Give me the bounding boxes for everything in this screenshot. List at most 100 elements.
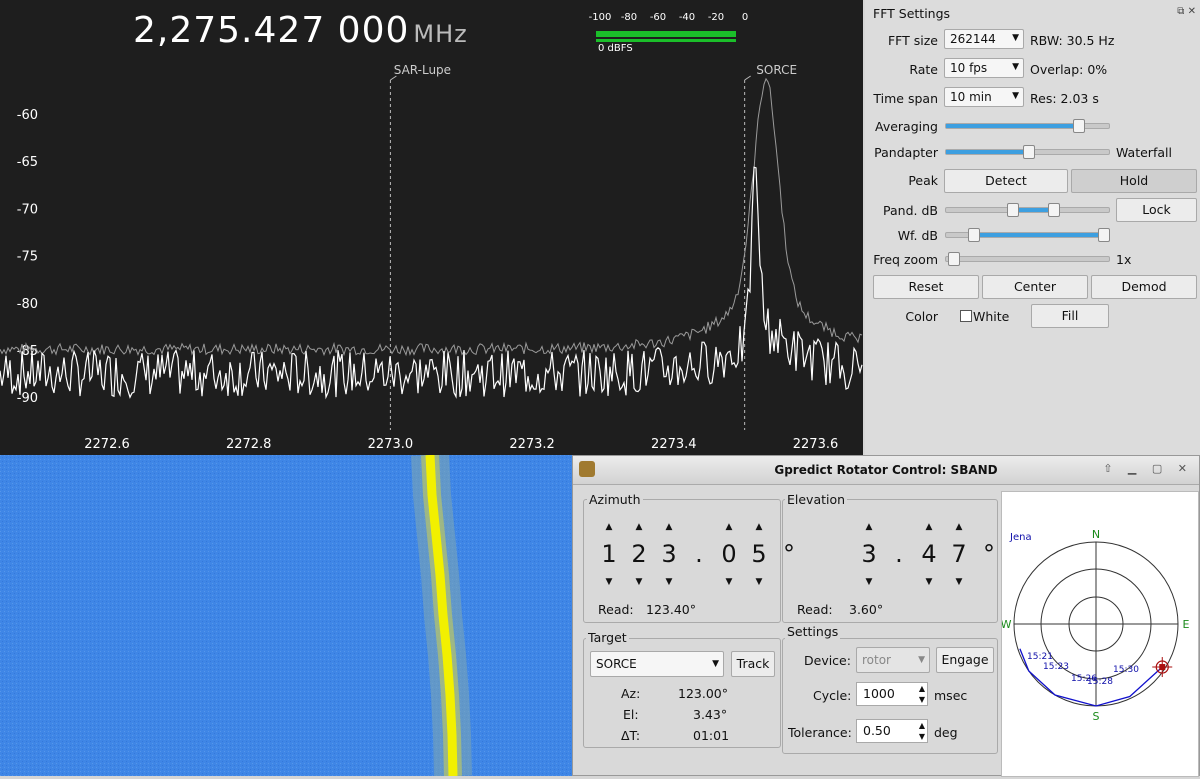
frequency-display[interactable]: 2,275.427 000 MHz	[133, 10, 468, 51]
tolerance-spinbox[interactable]: 0.50 ▲ ▼	[856, 719, 928, 743]
wf-db-high-handle[interactable]	[1098, 228, 1110, 242]
azimuth-up-icon[interactable]: ▲	[629, 522, 649, 532]
chevron-down-icon: ▼	[1012, 91, 1019, 101]
x-tick-label: 2273.6	[793, 437, 839, 452]
center-button[interactable]: Center	[982, 275, 1088, 299]
el-read-label: Read:	[797, 602, 833, 617]
signal-meter: -100 -80 -60 -40 -20 0 0 dBFS	[589, 12, 749, 57]
spectrum-plot[interactable]: -60 -65 -70 -75 -80 -85 -90 2272.6 2272.8 2273.0 2…	[0, 0, 863, 455]
spin-down-icon[interactable]: ▼	[919, 695, 925, 704]
azimuth-digit: 3	[661, 540, 677, 568]
freq-zoom-value: 1x	[1116, 252, 1132, 267]
target-combo[interactable]: SORCE ▼	[590, 651, 724, 677]
chevron-down-icon: ▼	[1012, 33, 1019, 43]
fft-size-combo[interactable]: 262144 ▼	[944, 29, 1024, 49]
fill-button[interactable]: Fill	[1031, 304, 1109, 328]
az-read-value: 123.40°	[646, 602, 696, 617]
marker-label: SORCE	[756, 63, 797, 77]
color-label: Color	[905, 309, 938, 324]
track-time-label: 15:30	[1113, 665, 1139, 675]
wf-db-range-slider[interactable]	[945, 228, 1110, 242]
settings-label: Settings	[785, 624, 841, 639]
peak-hold-trace	[0, 77, 863, 357]
fft-size-value: 262144	[950, 32, 996, 46]
marker-label: SAR-Lupe	[394, 63, 451, 77]
azimuth-digit: 2	[631, 540, 647, 568]
engage-button[interactable]: Engage	[936, 647, 994, 673]
azimuth-up-icon[interactable]: ▲	[749, 522, 769, 532]
track-time-label: 15:23	[1043, 662, 1069, 672]
spectrum-canvas[interactable]: -60-65-70-75-80-85-902272.6 2272.8 2273.0 2…	[0, 0, 863, 455]
detect-button[interactable]: Detect	[944, 169, 1068, 193]
lock-button[interactable]: Lock	[1116, 198, 1197, 222]
device-value: rotor	[862, 653, 891, 667]
frequency-value[interactable]: 2,275.427 000	[133, 10, 409, 51]
track-button[interactable]: Track	[731, 651, 775, 677]
pandapter-fill	[946, 150, 1028, 154]
pandapter-slider[interactable]	[945, 145, 1110, 159]
azimuth-digit: °	[783, 540, 795, 568]
chevron-down-icon: ▼	[712, 659, 719, 669]
el-read-value: 3.60°	[849, 602, 884, 617]
rbw-label: RBW: 30.5 Hz	[1030, 33, 1115, 48]
spin-up-icon[interactable]: ▲	[919, 684, 925, 693]
azimuth-up-icon[interactable]: ▲	[599, 522, 619, 532]
y-tick-label: -70	[17, 202, 38, 217]
elevation-down-icon[interactable]: ▼	[919, 577, 939, 587]
azimuth-down-icon[interactable]: ▼	[629, 577, 649, 587]
device-combo[interactable]: rotor ▼	[856, 647, 930, 673]
white-checkbox[interactable]	[960, 310, 972, 322]
spin-down-icon[interactable]: ▼	[919, 732, 925, 741]
elevation-down-icon[interactable]: ▼	[859, 577, 879, 587]
reset-button[interactable]: Reset	[873, 275, 979, 299]
cycle-value: 1000	[863, 686, 895, 701]
azimuth-up-icon[interactable]: ▲	[659, 522, 679, 532]
hold-button[interactable]: Hold	[1071, 169, 1197, 193]
timespan-value: 10 min	[950, 90, 992, 104]
spin-up-icon[interactable]: ▲	[919, 721, 925, 730]
elevation-up-icon[interactable]: ▲	[919, 522, 939, 532]
polar-canvas[interactable]: NSEWJena15:2115:2315:2615:2815:30	[1001, 492, 1198, 776]
wf-db-low-handle[interactable]	[968, 228, 980, 242]
averaging-fill	[946, 124, 1079, 128]
pand-db-high-handle[interactable]	[1048, 203, 1060, 217]
rate-value: 10 fps	[950, 61, 988, 75]
elevation-up-icon[interactable]: ▲	[859, 522, 879, 532]
azimuth-down-icon[interactable]: ▼	[599, 577, 619, 587]
dialog-titlebar[interactable]: Gpredict Rotator Control: SBAND ⇧ ▁ ▢ ✕	[573, 456, 1199, 485]
pandapter-handle[interactable]	[1022, 145, 1035, 159]
target-az-value: 123.00°	[678, 686, 728, 701]
freq-zoom-slider[interactable]	[945, 252, 1110, 266]
azimuth-down-icon[interactable]: ▼	[659, 577, 679, 587]
averaging-handle[interactable]	[1073, 119, 1086, 133]
compass-east: E	[1183, 618, 1190, 631]
track-time-label: 15:28	[1087, 677, 1113, 687]
peak-label: Peak	[908, 173, 938, 188]
meter-tick-label: 0	[741, 12, 749, 23]
y-tick-label: -75	[17, 250, 38, 265]
elevation-up-icon[interactable]: ▲	[949, 522, 969, 532]
pand-db-range-slider[interactable]	[945, 203, 1110, 217]
pand-db-low-handle[interactable]	[1007, 203, 1019, 217]
tolerance-value: 0.50	[863, 723, 891, 738]
meter-tick-label: -20	[707, 12, 725, 23]
azimuth-down-icon[interactable]: ▼	[749, 577, 769, 587]
azimuth-digit: 1	[601, 540, 617, 568]
window-controls-icon[interactable]: ⇧ ▁ ▢ ✕	[1103, 462, 1193, 475]
azimuth-up-icon[interactable]: ▲	[719, 522, 739, 532]
cycle-spinbox[interactable]: 1000 ▲ ▼	[856, 682, 928, 706]
rate-label: Rate	[909, 62, 938, 77]
elevation-digit: °	[983, 540, 995, 568]
rate-combo[interactable]: 10 fps ▼	[944, 58, 1024, 78]
target-el-value: 3.43°	[693, 707, 728, 722]
timespan-combo[interactable]: 10 min ▼	[944, 87, 1024, 107]
cycle-label: Cycle:	[813, 688, 852, 703]
polar-plot[interactable]: N S E W Jena 15:21 15:23 15:26 15:28 15:30	[1001, 491, 1199, 777]
azimuth-down-icon[interactable]: ▼	[719, 577, 739, 587]
compass-south: S	[1093, 710, 1100, 723]
panel-float-close-icon[interactable]: ⧉ ✕	[1177, 6, 1196, 17]
freq-zoom-handle[interactable]	[948, 252, 960, 266]
demod-button[interactable]: Demod	[1091, 275, 1197, 299]
averaging-slider[interactable]	[945, 119, 1110, 133]
elevation-down-icon[interactable]: ▼	[949, 577, 969, 587]
